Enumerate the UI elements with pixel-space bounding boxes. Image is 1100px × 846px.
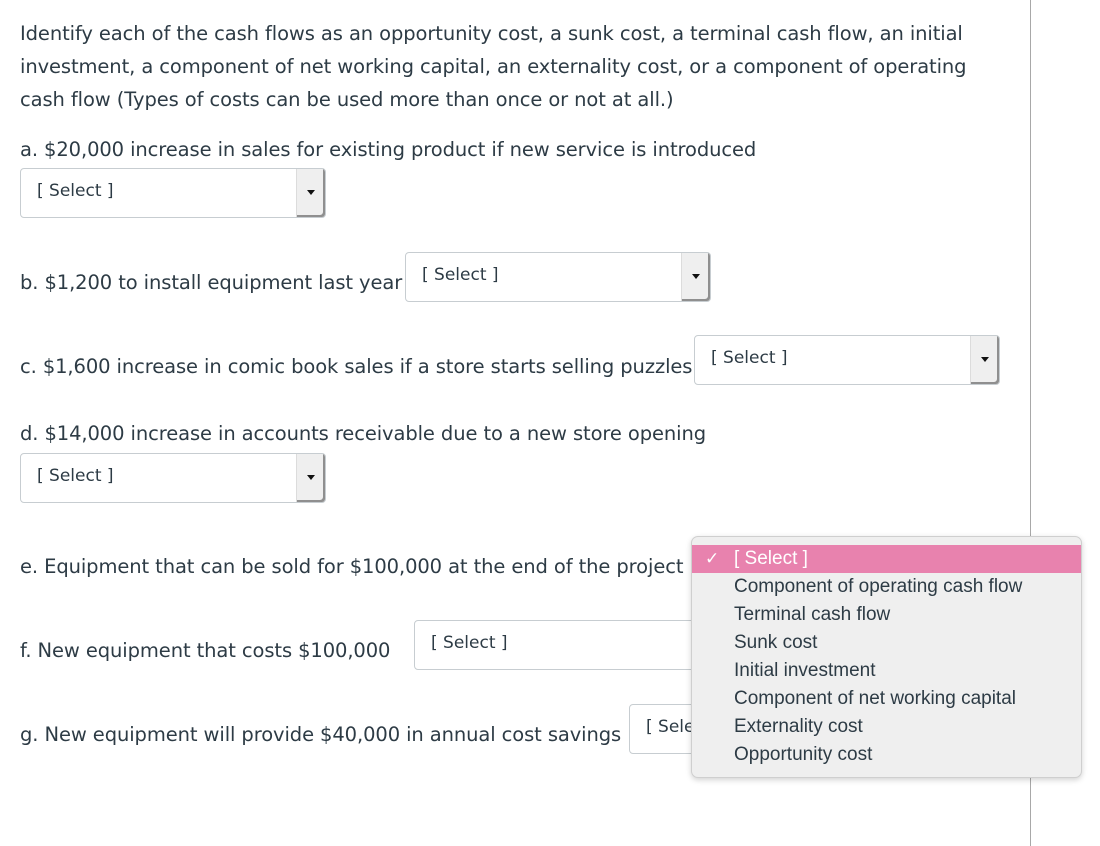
question-b-select[interactable]: [ Select ]	[405, 252, 711, 302]
option-label: Component of net working capital	[734, 688, 1016, 709]
menu-option-initial-investment[interactable]: Initial investment	[692, 657, 1081, 685]
question-f-text: f. New equipment that costs $100,000	[20, 639, 391, 662]
option-label: Sunk cost	[734, 632, 818, 653]
question-e-dropdown-menu[interactable]: ✓ [ Select ] Component of operating cash…	[691, 536, 1082, 778]
question-d-text: d. $14,000 increase in accounts receivab…	[20, 422, 707, 445]
question-c-select[interactable]: [ Select ]	[694, 335, 1000, 385]
menu-option-select[interactable]: ✓ [ Select ]	[692, 545, 1081, 573]
option-label: Initial investment	[734, 660, 876, 681]
select-value: [ Select ]	[37, 466, 114, 486]
option-label: Externality cost	[734, 716, 863, 737]
option-label: Terminal cash flow	[734, 604, 891, 625]
checkmark-icon: ✓	[705, 549, 720, 568]
dropdown-button[interactable]	[681, 253, 710, 301]
select-value: [ Select ]	[422, 265, 499, 285]
menu-option-terminal-cash-flow[interactable]: Terminal cash flow	[692, 601, 1081, 629]
caret-down-icon	[692, 274, 700, 279]
dropdown-button[interactable]	[970, 336, 999, 384]
question-a-select[interactable]: [ Select ]	[20, 168, 326, 218]
question-a-text: a. $20,000 increase in sales for existin…	[20, 138, 757, 161]
dropdown-button[interactable]	[296, 169, 325, 217]
question-instructions: Identify each of the cash flows as an op…	[20, 22, 967, 111]
menu-option-operating-cash-flow[interactable]: Component of operating cash flow	[692, 573, 1081, 601]
option-label: Component of operating cash flow	[734, 576, 1023, 597]
menu-option-sunk-cost[interactable]: Sunk cost	[692, 629, 1081, 657]
caret-down-icon	[307, 475, 315, 480]
question-f-select[interactable]: [ Select ]	[414, 620, 720, 670]
question-e-text: e. Equipment that can be sold for $100,0…	[20, 555, 684, 578]
select-value: [ Select ]	[431, 633, 508, 653]
question-d-select[interactable]: [ Select ]	[20, 453, 326, 503]
question-g-text: g. New equipment will provide $40,000 in…	[20, 723, 622, 746]
caret-down-icon	[981, 357, 989, 362]
option-label: Opportunity cost	[734, 744, 873, 765]
menu-option-externality-cost[interactable]: Externality cost	[692, 713, 1081, 741]
select-value: [ Select ]	[37, 181, 114, 201]
option-label: [ Select ]	[734, 548, 808, 569]
select-value: [ Select ]	[711, 348, 788, 368]
menu-option-opportunity-cost[interactable]: Opportunity cost	[692, 741, 1081, 769]
menu-option-net-working-capital[interactable]: Component of net working capital	[692, 685, 1081, 713]
question-b-text: b. $1,200 to install equipment last year	[20, 271, 403, 294]
dropdown-button[interactable]	[296, 454, 325, 502]
caret-down-icon	[307, 190, 315, 195]
question-c-text: c. $1,600 increase in comic book sales i…	[20, 355, 693, 378]
